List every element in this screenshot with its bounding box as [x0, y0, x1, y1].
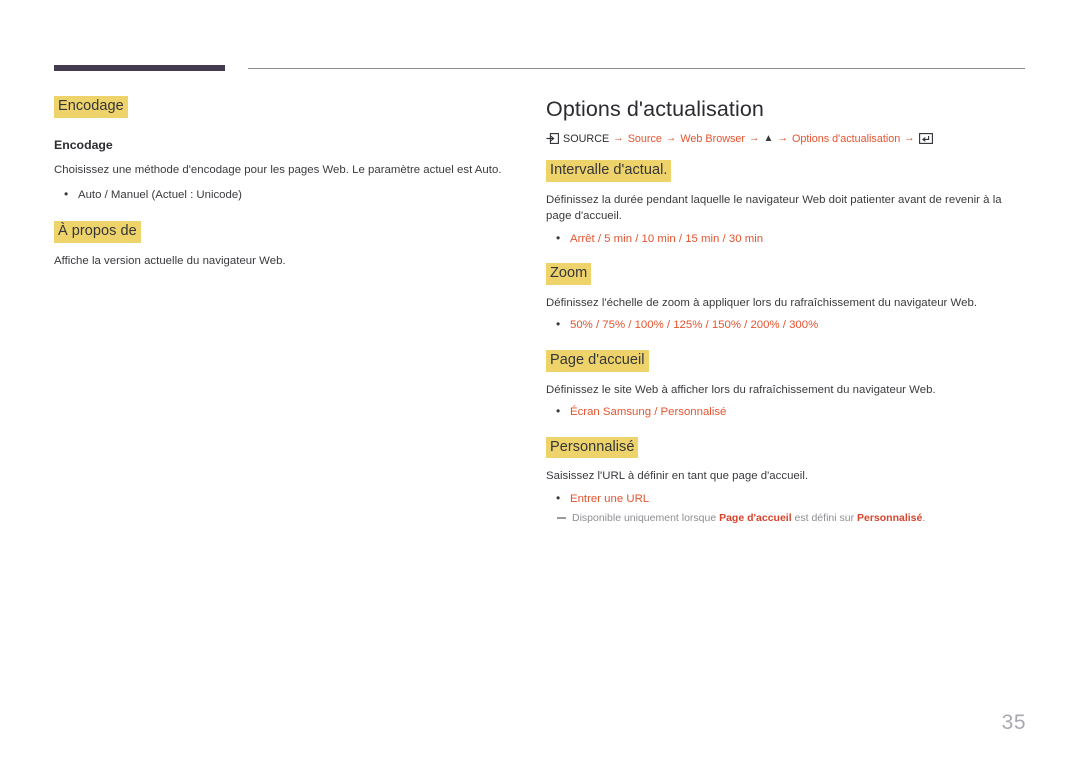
section-body: Affiche la version actuelle du navigateu… — [54, 255, 286, 268]
breadcrumb-arrow-icon: → — [904, 132, 915, 145]
section-intervalle-actual: Intervalle d'actual. Définissez la durée… — [546, 159, 1026, 248]
note-middle: est défini sur — [791, 512, 857, 525]
note-strong-page-accueil: Page d'accueil — [719, 512, 792, 525]
note-prefix: Disponible uniquement lorsque — [572, 512, 720, 525]
right-column: Options d'actualisation SOURCE → Source … — [546, 96, 1026, 526]
section-personnalise: Personnalisé Saisissez l'URL à définir e… — [546, 436, 1026, 526]
breadcrumb-arrow-icon: → — [777, 132, 788, 145]
list-item: Auto / Manuel (Actuel : Unicode) — [54, 186, 514, 204]
breadcrumb-arrow-icon: → — [613, 132, 624, 145]
option-list: Entrer une URL — [546, 490, 1026, 508]
breadcrumb-item-options-actualisation: Options d'actualisation — [791, 132, 901, 145]
header-rules — [0, 0, 1080, 80]
breadcrumb: SOURCE → Source → Web Browser → ▲ → Opti… — [546, 132, 1026, 146]
section-encodage: Encodage Encodage Choisissez une méthode… — [54, 96, 514, 203]
section-body: Choisissez une méthode d'encodage pour l… — [54, 164, 502, 177]
section-heading: Personnalisé — [546, 436, 639, 459]
option-list: Auto / Manuel (Actuel : Unicode) — [54, 186, 514, 204]
section-page-accueil: Page d'accueil Définissez le site Web à … — [546, 349, 1026, 421]
enter-key-icon — [918, 133, 933, 145]
section-heading: Zoom — [546, 263, 592, 285]
note-suffix: . — [922, 512, 926, 525]
source-input-icon — [546, 133, 559, 145]
header-accent-bar — [54, 65, 225, 71]
list-item: Entrer une URL — [546, 490, 1026, 508]
section-body: Définissez le site Web à afficher lors d… — [546, 383, 936, 396]
breadcrumb-item-web-browser: Web Browser — [680, 132, 746, 145]
breadcrumb-source-label: SOURCE — [563, 132, 610, 145]
section-zoom: Zoom Définissez l'échelle de zoom à appl… — [546, 263, 1026, 334]
section-body: Définissez la durée pendant laquelle le … — [546, 193, 1002, 223]
triangle-up-icon: ▲ — [763, 132, 774, 144]
header-divider-line — [248, 68, 1025, 69]
page-title: Options d'actualisation — [546, 97, 764, 121]
list-item: 50% / 75% / 100% / 125% / 150% / 200% / … — [546, 316, 1026, 334]
breadcrumb-arrow-icon: → — [665, 132, 677, 145]
option-list: 50% / 75% / 100% / 125% / 150% / 200% / … — [546, 316, 1026, 334]
section-sub-heading: Encodage — [54, 137, 113, 152]
left-column: Encodage Encodage Choisissez une méthode… — [54, 96, 514, 270]
page-number: 35 — [1001, 711, 1026, 734]
note-availability: Disponible uniquement lorsque Page d'acc… — [546, 511, 1026, 526]
option-list: Écran Samsung / Personnalisé — [546, 403, 1026, 421]
section-heading: À propos de — [54, 221, 141, 244]
breadcrumb-item-source: Source — [627, 132, 662, 145]
note-strong-personnalise: Personnalisé — [857, 512, 923, 525]
option-list: Arrêt / 5 min / 10 min / 15 min / 30 min — [546, 230, 1026, 248]
list-item: Écran Samsung / Personnalisé — [546, 403, 1026, 421]
section-body: Définissez l'échelle de zoom à appliquer… — [546, 296, 978, 309]
section-heading: Intervalle d'actual. — [546, 159, 672, 182]
list-item: Arrêt / 5 min / 10 min / 15 min / 30 min — [546, 230, 1026, 248]
section-heading: Page d'accueil — [546, 349, 649, 372]
section-heading: Encodage — [54, 96, 128, 118]
breadcrumb-arrow-icon: → — [749, 132, 760, 145]
section-a-propos-de: À propos de Affiche la version actuelle … — [54, 221, 514, 269]
section-body: Saisissez l'URL à définir en tant que pa… — [546, 470, 809, 483]
